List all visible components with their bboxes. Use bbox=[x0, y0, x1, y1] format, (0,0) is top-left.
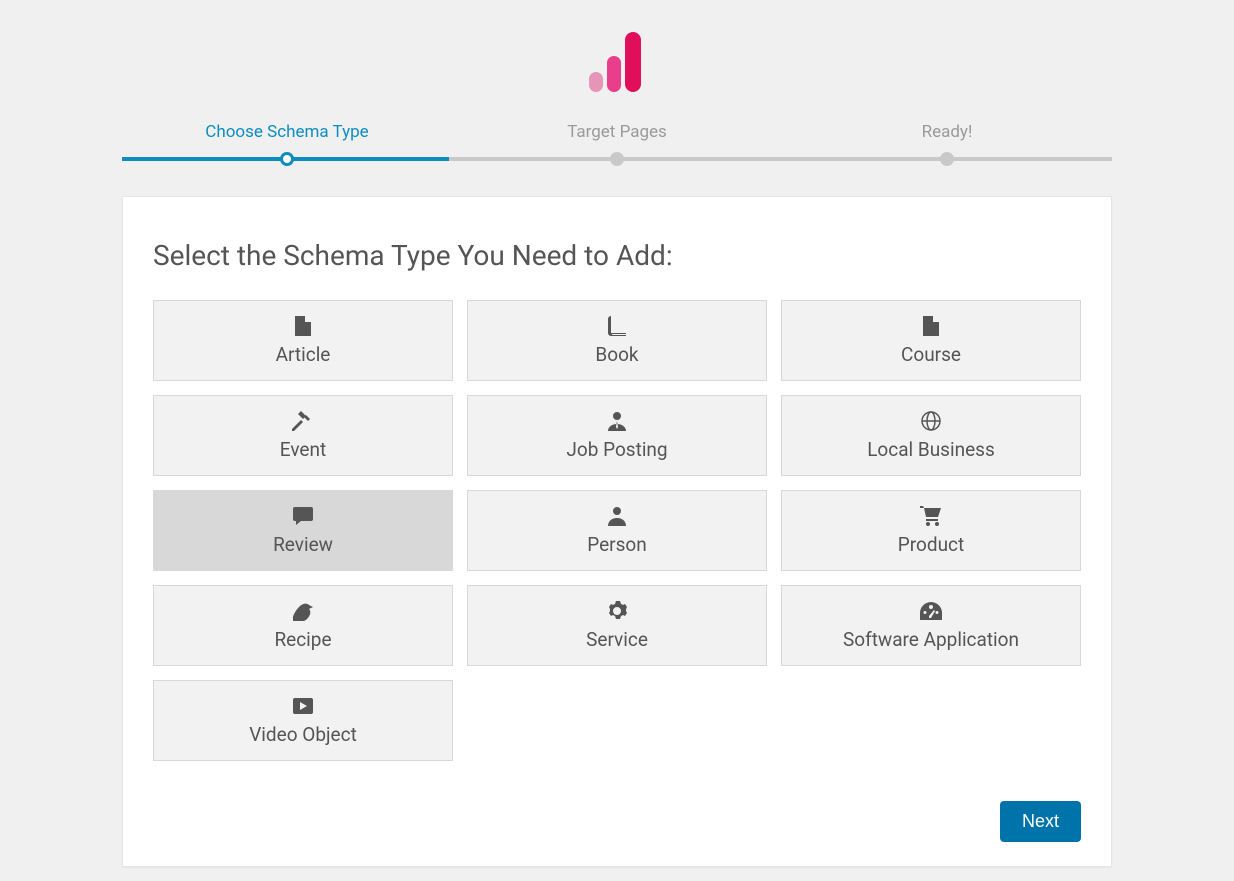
next-button[interactable]: Next bbox=[1000, 801, 1081, 842]
schema-tile-course[interactable]: Course bbox=[781, 300, 1081, 381]
bars-logo-icon bbox=[589, 28, 645, 92]
schema-tile-software-application[interactable]: Software Application bbox=[781, 585, 1081, 666]
schema-tile-event[interactable]: Event bbox=[153, 395, 453, 476]
tile-label: Person bbox=[474, 533, 760, 556]
carrot-icon bbox=[160, 600, 446, 622]
user-tie-icon bbox=[474, 410, 760, 432]
tile-label: Event bbox=[160, 438, 446, 461]
schema-tile-review[interactable]: Review bbox=[153, 490, 453, 571]
tile-label: Job Posting bbox=[474, 438, 760, 461]
schema-tile-local-business[interactable]: Local Business bbox=[781, 395, 1081, 476]
tile-label: Course bbox=[788, 343, 1074, 366]
comment-icon bbox=[160, 505, 446, 527]
cart-icon bbox=[788, 505, 1074, 527]
file-icon bbox=[160, 315, 446, 337]
tile-label: Software Application bbox=[788, 628, 1074, 651]
step-dot-1[interactable] bbox=[280, 152, 294, 166]
tile-label: Article bbox=[160, 343, 446, 366]
play-icon bbox=[160, 695, 446, 717]
globe-icon bbox=[788, 410, 1074, 432]
schema-tile-recipe[interactable]: Recipe bbox=[153, 585, 453, 666]
tile-label: Local Business bbox=[788, 438, 1074, 461]
schema-type-grid: Article Book Course Event bbox=[153, 300, 1081, 761]
app-logo bbox=[0, 28, 1234, 92]
step-label-2[interactable]: Target Pages bbox=[452, 122, 782, 142]
wizard-actions: Next bbox=[153, 801, 1081, 842]
book-icon bbox=[474, 315, 760, 337]
step-dot-2[interactable] bbox=[610, 152, 624, 166]
tile-label: Product bbox=[788, 533, 1074, 556]
tile-label: Service bbox=[474, 628, 760, 651]
file-icon bbox=[788, 315, 1074, 337]
tile-label: Video Object bbox=[160, 723, 446, 746]
user-icon bbox=[474, 505, 760, 527]
step-dot-3[interactable] bbox=[940, 152, 954, 166]
wizard-stepper: Choose Schema Type Target Pages Ready! bbox=[122, 122, 1112, 166]
dashboard-icon bbox=[788, 600, 1074, 622]
tile-label: Book bbox=[474, 343, 760, 366]
schema-tile-person[interactable]: Person bbox=[467, 490, 767, 571]
schema-tile-service[interactable]: Service bbox=[467, 585, 767, 666]
schema-tile-article[interactable]: Article bbox=[153, 300, 453, 381]
schema-tile-product[interactable]: Product bbox=[781, 490, 1081, 571]
card-heading: Select the Schema Type You Need to Add: bbox=[153, 239, 1081, 272]
gavel-icon bbox=[160, 410, 446, 432]
schema-tile-job-posting[interactable]: Job Posting bbox=[467, 395, 767, 476]
wizard-card: Select the Schema Type You Need to Add: … bbox=[122, 196, 1112, 867]
tile-label: Review bbox=[160, 533, 446, 556]
tile-label: Recipe bbox=[160, 628, 446, 651]
schema-tile-book[interactable]: Book bbox=[467, 300, 767, 381]
step-label-3[interactable]: Ready! bbox=[782, 122, 1112, 142]
gear-icon bbox=[474, 600, 760, 622]
schema-tile-video-object[interactable]: Video Object bbox=[153, 680, 453, 761]
step-label-1[interactable]: Choose Schema Type bbox=[122, 122, 452, 142]
